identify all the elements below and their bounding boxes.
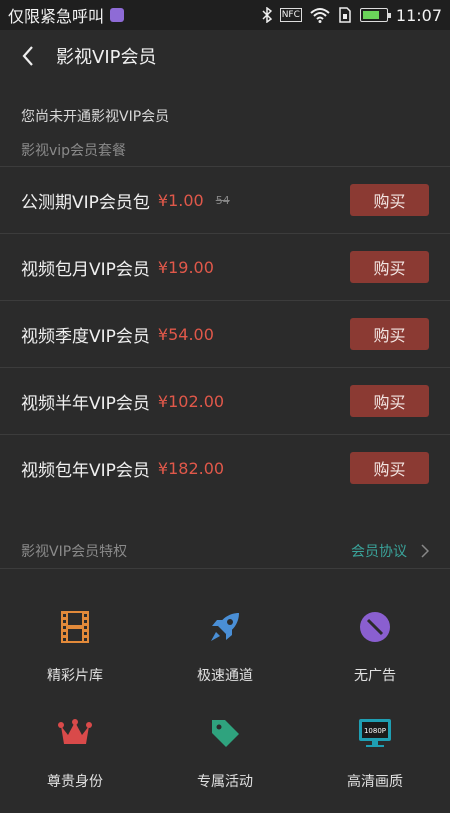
buy-button[interactable]: 购买 bbox=[350, 452, 429, 484]
rocket-icon bbox=[211, 613, 239, 641]
package-row: 视频季度VIP会员 ¥54.00 购买 bbox=[0, 301, 450, 367]
clock-text: 11:07 bbox=[395, 5, 442, 25]
package-row: 视频包月VIP会员 ¥19.00 购买 bbox=[0, 234, 450, 300]
no-ads-icon bbox=[360, 612, 390, 642]
privilege-label: 无广告 bbox=[354, 668, 396, 684]
package-price: ¥182.00 bbox=[157, 458, 225, 478]
hd-badge-text: 1080P bbox=[364, 727, 386, 735]
package-name: 公测期VIP会员包 bbox=[21, 192, 150, 213]
privilege-item[interactable]: 无广告 bbox=[300, 607, 450, 707]
package-name: 视频包年VIP会员 bbox=[21, 460, 150, 481]
privilege-label: 专属活动 bbox=[197, 774, 253, 790]
chevron-left-icon bbox=[22, 46, 33, 66]
battery-icon bbox=[359, 8, 391, 22]
privilege-label: 高清画质 bbox=[347, 774, 403, 790]
crown-icon bbox=[58, 719, 92, 744]
title-bar: 影视VIP会员 bbox=[0, 30, 450, 82]
page-title: 影视VIP会员 bbox=[56, 47, 157, 68]
privilege-label: 尊贵身份 bbox=[47, 774, 103, 790]
privileges-header: 影视VIP会员特权 会员协议 bbox=[0, 533, 450, 568]
package-price: ¥102.00 bbox=[157, 391, 225, 411]
buy-button[interactable]: 购买 bbox=[350, 385, 429, 417]
package-row: 视频半年VIP会员 ¥102.00 购买 bbox=[0, 368, 450, 434]
privileges-title: 影视VIP会员特权 bbox=[21, 543, 128, 560]
privilege-label: 极速通道 bbox=[197, 668, 253, 684]
package-price: ¥1.00 bbox=[157, 190, 204, 210]
buy-button[interactable]: 购买 bbox=[350, 184, 429, 216]
privilege-item[interactable]: 专属活动 bbox=[150, 713, 300, 813]
carrier-text: 仅限紧急呼叫 bbox=[8, 7, 105, 26]
privilege-item[interactable]: 尊贵身份 bbox=[0, 713, 150, 813]
privilege-item[interactable]: 1080P 高清画质 bbox=[300, 713, 450, 813]
nfc-icon: NFC bbox=[279, 8, 302, 22]
status-bar: 仅限紧急呼叫 NFC 11:07 bbox=[0, 0, 450, 30]
back-button[interactable] bbox=[0, 30, 56, 82]
privilege-label: 精彩片库 bbox=[47, 668, 103, 684]
package-row: 视频包年VIP会员 ¥182.00 购买 bbox=[0, 435, 450, 501]
package-name: 视频季度VIP会员 bbox=[21, 326, 150, 347]
member-agreement-label: 会员协议 bbox=[351, 543, 407, 560]
member-agreement-link[interactable]: 会员协议 bbox=[351, 541, 429, 561]
bluetooth-icon bbox=[262, 7, 272, 23]
buy-button[interactable]: 购买 bbox=[350, 318, 429, 350]
sim-icon bbox=[339, 7, 351, 23]
hd-screen-icon: 1080P bbox=[359, 719, 391, 747]
wifi-icon bbox=[310, 8, 330, 23]
film-icon bbox=[61, 611, 89, 643]
package-row: 公测期VIP会员包 ¥1.00 54 购买 bbox=[0, 167, 450, 233]
chevron-right-icon bbox=[421, 543, 429, 558]
privilege-item[interactable]: 极速通道 bbox=[150, 607, 300, 707]
package-price: ¥54.00 bbox=[157, 324, 214, 344]
package-name: 视频半年VIP会员 bbox=[21, 393, 150, 414]
gallery-notification-icon bbox=[110, 8, 125, 22]
tag-icon bbox=[212, 720, 239, 747]
package-original-price: 54 bbox=[215, 193, 230, 207]
packages-section-label: 影视vip会员套餐 bbox=[21, 143, 127, 159]
membership-status-text: 您尚未开通影视VIP会员 bbox=[21, 109, 170, 125]
divider bbox=[0, 568, 450, 569]
buy-button[interactable]: 购买 bbox=[350, 251, 429, 283]
privilege-item[interactable]: 精彩片库 bbox=[0, 607, 150, 707]
package-name: 视频包月VIP会员 bbox=[21, 259, 150, 280]
package-price: ¥19.00 bbox=[157, 257, 214, 277]
